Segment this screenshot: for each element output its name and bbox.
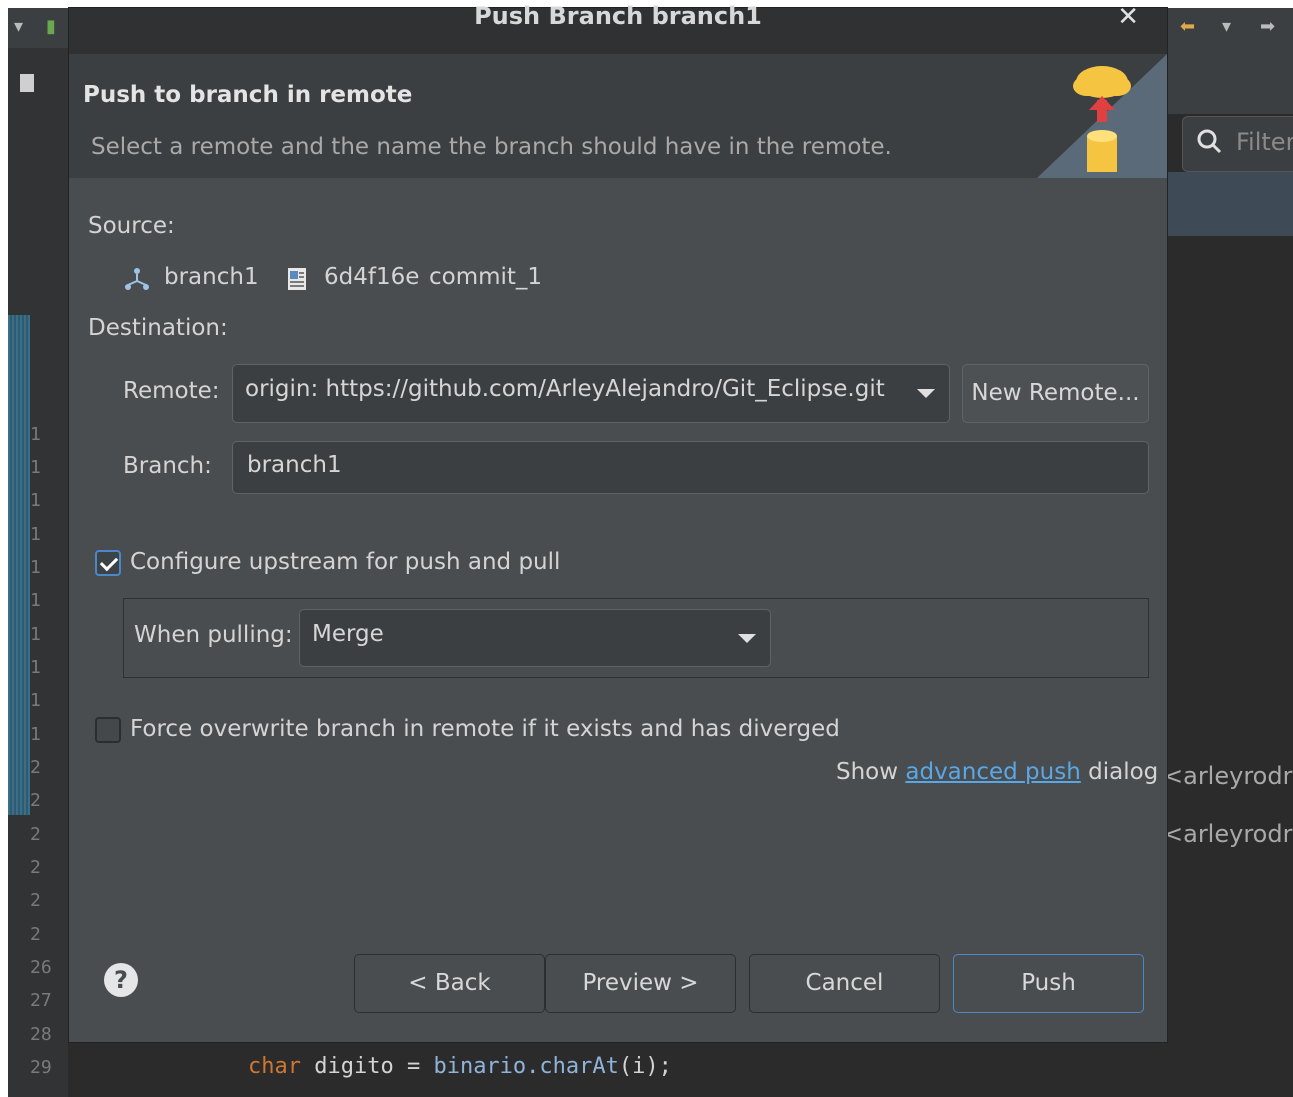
line-number: 1 — [30, 557, 41, 578]
advanced-push-link[interactable]: advanced push — [905, 759, 1080, 785]
source-branch-name: branch1 — [164, 264, 259, 290]
branch-icon — [125, 268, 149, 290]
line-number: 2 — [30, 824, 41, 845]
cancel-button[interactable]: Cancel — [749, 954, 940, 1013]
when-pulling-value: Merge — [312, 621, 384, 647]
screen-edge-left — [0, 0, 8, 1097]
wizard-header: Push to branch in remote Select a remote… — [69, 54, 1167, 178]
line-number: 26 — [30, 957, 52, 978]
line-number: 1 — [30, 724, 41, 745]
remote-combo-value: origin: https://github.com/ArleyAlejandr… — [245, 376, 885, 402]
destination-label: Destination: — [88, 315, 228, 341]
line-number: 1 — [30, 624, 41, 645]
line-number: 29 — [30, 1057, 52, 1078]
back-button[interactable]: < Back — [354, 954, 545, 1013]
branch-field-value: branch1 — [247, 452, 342, 478]
ide-right-tabbar — [1167, 48, 1293, 114]
configure-upstream-checkbox[interactable] — [95, 550, 121, 576]
chevron-down-icon[interactable]: ▾ — [1222, 16, 1231, 37]
line-number: 1 — [30, 424, 41, 445]
history-author[interactable]: <arleyrodri — [1163, 820, 1293, 848]
code-keyword: char — [248, 1054, 301, 1079]
line-number: 2 — [30, 790, 41, 811]
line-number: 1 — [30, 524, 41, 545]
dialog-titlebar: Push Branch branch1 ✕ — [69, 2, 1167, 54]
when-pulling-combo[interactable]: Merge — [299, 609, 771, 667]
line-number: 2 — [30, 924, 41, 945]
wizard-description: Select a remote and the name the branch … — [91, 134, 892, 160]
code-line: char digito = binario.charAt(i); — [248, 1054, 672, 1079]
line-number: 1 — [30, 690, 41, 711]
chevron-down-icon — [738, 634, 756, 643]
push-branch-dialog: Push Branch branch1 ✕ Push to branch in … — [69, 2, 1167, 1042]
branch-field[interactable]: branch1 — [232, 441, 1149, 494]
close-icon[interactable]: ✕ — [1117, 2, 1139, 32]
line-number: 1 — [30, 490, 41, 511]
code-args: (i); — [618, 1054, 672, 1079]
code-method: .charAt — [526, 1054, 619, 1079]
history-author[interactable]: <arleyrodri — [1163, 762, 1293, 790]
new-remote-button[interactable]: New Remote... — [962, 364, 1149, 423]
source-commit-id: 6d4f16e — [324, 264, 420, 290]
advanced-prefix: Show — [836, 759, 906, 785]
line-number: 1 — [30, 657, 41, 678]
source-commit-message: commit_1 — [429, 264, 543, 290]
force-overwrite-label: Force overwrite branch in remote if it e… — [130, 716, 840, 742]
preview-button[interactable]: Preview > — [545, 954, 736, 1013]
forward-arrow-icon[interactable]: ➡ — [1260, 16, 1275, 37]
source-label: Source: — [88, 213, 175, 239]
code-identifier: digito — [300, 1054, 394, 1079]
ide-side-strip — [8, 48, 68, 128]
help-icon[interactable]: ? — [104, 963, 138, 997]
line-number: 2 — [30, 857, 41, 878]
line-number: 2 — [30, 757, 41, 778]
line-number: 27 — [30, 990, 52, 1011]
configure-upstream-label: Configure upstream for push and pull — [130, 549, 561, 575]
advanced-suffix: dialog — [1080, 759, 1159, 785]
branch-label: Branch: — [123, 453, 212, 479]
wizard-title: Push to branch in remote — [83, 82, 413, 108]
line-number: 28 — [30, 1024, 52, 1045]
filter-placeholder: Filter — [1236, 128, 1293, 156]
line-number: 1 — [30, 457, 41, 478]
remote-combo[interactable]: origin: https://github.com/ArleyAlejandr… — [232, 364, 950, 423]
force-overwrite-checkbox[interactable] — [95, 717, 121, 743]
back-arrow-icon[interactable]: ⬅ — [1180, 16, 1195, 37]
commit-icon — [288, 268, 306, 290]
when-pulling-label: When pulling: — [134, 622, 293, 648]
line-number: 1 — [30, 590, 41, 611]
gutter-highlight — [8, 315, 30, 815]
upstream-group: When pulling: Merge — [123, 598, 1149, 678]
cloud-push-icon — [1037, 54, 1167, 178]
search-icon — [1197, 129, 1222, 154]
remote-label: Remote: — [123, 378, 220, 404]
advanced-push-text: Show advanced push dialog — [836, 759, 1158, 785]
file-icon[interactable] — [20, 74, 34, 92]
run-icon[interactable]: ▮ — [46, 16, 56, 37]
line-number: 2 — [30, 890, 41, 911]
chevron-down-icon[interactable]: ▾ — [14, 16, 23, 37]
code-operator: = — [393, 1054, 434, 1079]
dialog-title: Push Branch branch1 — [474, 2, 762, 30]
ide-right-selection — [1167, 172, 1293, 236]
push-button[interactable]: Push — [953, 954, 1144, 1013]
chevron-down-icon — [917, 389, 935, 398]
code-object: binario — [433, 1054, 527, 1079]
